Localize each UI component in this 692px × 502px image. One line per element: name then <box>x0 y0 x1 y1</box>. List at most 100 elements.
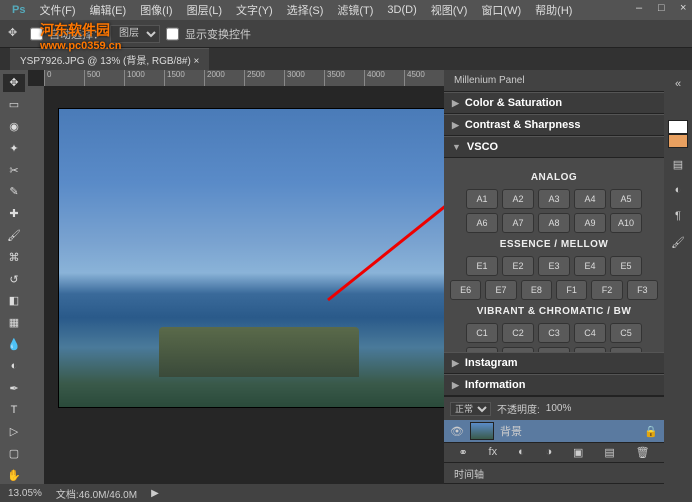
timeline-tab[interactable]: 时间轴 <box>444 462 664 484</box>
menu-edit[interactable]: 编辑(E) <box>84 2 133 18</box>
ruler-horizontal: 050010001500200025003000350040004500 <box>44 70 444 86</box>
section-information[interactable]: ▶Information <box>444 374 664 396</box>
preset-button-c5[interactable]: C5 <box>610 323 642 343</box>
heal-tool[interactable]: ✚ <box>3 205 25 223</box>
mask-icon[interactable]: ◐ <box>518 446 525 459</box>
hand-tool[interactable]: ✋ <box>3 466 25 484</box>
marquee-tool[interactable]: ▭ <box>3 96 25 114</box>
preset-button-c1[interactable]: C1 <box>466 323 498 343</box>
stamp-tool[interactable]: ⌘ <box>3 248 25 266</box>
canvas-area[interactable]: 050010001500200025003000350040004500 <box>28 70 444 484</box>
fx-icon[interactable]: fx <box>489 446 498 459</box>
preset-button-c2[interactable]: C2 <box>502 323 534 343</box>
preset-button-e8[interactable]: E8 <box>521 280 552 300</box>
preset-row: C1C2C3C4C5 <box>450 323 658 343</box>
preset-button-a6[interactable]: A6 <box>466 213 498 233</box>
preset-button-f1[interactable]: F1 <box>556 280 587 300</box>
preset-button-e3[interactable]: E3 <box>538 256 570 276</box>
path-tool[interactable]: ▷ <box>3 423 25 441</box>
menu-file[interactable]: 文件(F) <box>33 2 81 18</box>
menu-filter[interactable]: 滤镜(T) <box>331 2 379 18</box>
lock-icon[interactable]: 🔒 <box>644 425 658 438</box>
preset-button-f3[interactable]: F3 <box>627 280 658 300</box>
lasso-tool[interactable]: ◉ <box>3 118 25 136</box>
minimize-button[interactable]: – <box>630 2 644 14</box>
preset-button-a2[interactable]: A2 <box>502 189 534 209</box>
menu-type[interactable]: 文字(Y) <box>230 2 279 18</box>
preset-button-e1[interactable]: E1 <box>466 256 498 276</box>
adjust-icon[interactable]: ◐ <box>668 180 688 200</box>
showtransform-label: 显示变换控件 <box>185 26 251 42</box>
preset-button-f2[interactable]: F2 <box>591 280 622 300</box>
maximize-button[interactable]: □ <box>652 2 666 14</box>
eyedropper-tool[interactable]: ✎ <box>3 183 25 201</box>
group-icon[interactable]: ▣ <box>573 446 583 459</box>
layer-thumbnail[interactable] <box>470 422 494 440</box>
history-icon[interactable]: ▤ <box>668 154 688 174</box>
menu-help[interactable]: 帮助(H) <box>529 2 578 18</box>
close-button[interactable]: × <box>674 2 688 14</box>
section-color-saturation[interactable]: ▶Color & Saturation <box>444 92 664 114</box>
preset-button-c4[interactable]: C4 <box>574 323 606 343</box>
new-layer-icon[interactable]: ▤ <box>604 446 614 459</box>
preset-button-a10[interactable]: A10 <box>610 213 642 233</box>
preset-button-a7[interactable]: A7 <box>502 213 534 233</box>
preset-button-a9[interactable]: A9 <box>574 213 606 233</box>
text-tool[interactable]: T <box>3 401 25 419</box>
preset-button-e2[interactable]: E2 <box>502 256 534 276</box>
pen-tool[interactable]: ✒ <box>3 379 25 397</box>
preset-group-title: ESSENCE / MELLOW <box>450 239 658 250</box>
chevron-right-icon: ▶ <box>452 98 459 109</box>
chevron-down-icon: ▼ <box>452 142 461 152</box>
zoom-value[interactable]: 13.05% <box>8 488 42 499</box>
dodge-tool[interactable]: ◐ <box>3 357 25 375</box>
preset-button-a3[interactable]: A3 <box>538 189 570 209</box>
swatch-2[interactable] <box>668 134 688 148</box>
blur-tool[interactable]: 💧 <box>3 336 25 354</box>
preset-group-title: ANALOG <box>450 172 658 183</box>
section-vsco[interactable]: ▼VSCO <box>444 136 664 158</box>
preset-button-e6[interactable]: E6 <box>450 280 481 300</box>
menu-3d[interactable]: 3D(D) <box>381 4 422 16</box>
blend-mode-select[interactable]: 正常 <box>450 402 491 416</box>
preset-button-a1[interactable]: A1 <box>466 189 498 209</box>
preset-button-e7[interactable]: E7 <box>485 280 516 300</box>
crop-tool[interactable]: ✂ <box>3 161 25 179</box>
opacity-value[interactable]: 100% <box>546 403 572 414</box>
layer-row[interactable]: 👁 背景 🔒 <box>444 420 664 442</box>
menu-view[interactable]: 视图(V) <box>425 2 474 18</box>
wand-tool[interactable]: ✦ <box>3 139 25 157</box>
shape-tool[interactable]: ▢ <box>3 445 25 463</box>
menu-window[interactable]: 窗口(W) <box>475 2 527 18</box>
link-layers-icon[interactable]: ⚭ <box>458 446 467 459</box>
paragraph-icon[interactable]: ¶ <box>668 206 688 226</box>
swatch-1[interactable] <box>668 120 688 134</box>
brush-tool[interactable]: 🖌 <box>3 227 25 245</box>
menu-select[interactable]: 选择(S) <box>281 2 330 18</box>
preset-button-e5[interactable]: E5 <box>610 256 642 276</box>
eraser-tool[interactable]: ◧ <box>3 292 25 310</box>
section-contrast-sharpness[interactable]: ▶Contrast & Sharpness <box>444 114 664 136</box>
menu-layer[interactable]: 图层(L) <box>181 2 228 18</box>
collapse-icon[interactable]: « <box>668 74 688 94</box>
showtransform-checkbox[interactable] <box>166 25 179 43</box>
preset-button-a8[interactable]: A8 <box>538 213 570 233</box>
history-brush-tool[interactable]: ↺ <box>3 270 25 288</box>
chevron-right-icon[interactable]: ▶ <box>151 488 159 499</box>
section-instagram[interactable]: ▶Instagram <box>444 352 664 374</box>
canvas-image[interactable] <box>58 108 444 408</box>
trash-icon[interactable]: 🗑 <box>636 446 650 459</box>
adjustment-icon[interactable]: ◑ <box>546 446 553 459</box>
panel-tab-millenium[interactable]: Millenium Panel <box>444 70 664 92</box>
menu-image[interactable]: 图像(I) <box>134 2 178 18</box>
preset-button-a4[interactable]: A4 <box>574 189 606 209</box>
preset-button-a5[interactable]: A5 <box>610 189 642 209</box>
preset-button-e4[interactable]: E4 <box>574 256 606 276</box>
move-tool[interactable]: ✥ <box>3 74 25 92</box>
preset-button-c3[interactable]: C3 <box>538 323 570 343</box>
visibility-icon[interactable]: 👁 <box>450 425 464 438</box>
layer-name[interactable]: 背景 <box>500 423 522 439</box>
brush-panel-icon[interactable]: 🖌 <box>668 232 688 252</box>
gradient-tool[interactable]: ▦ <box>3 314 25 332</box>
doc-size: 文档:46.0M/46.0M <box>56 486 137 501</box>
